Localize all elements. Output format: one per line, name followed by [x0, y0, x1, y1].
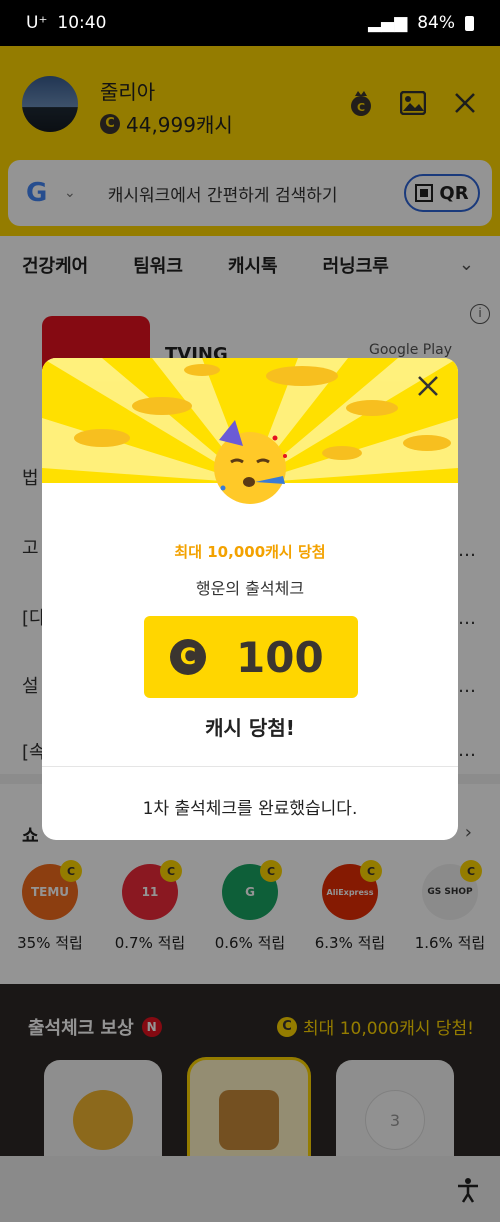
close-modal-button[interactable]: [410, 368, 446, 404]
divider: [42, 766, 458, 767]
battery-label: 84%: [417, 13, 455, 33]
win-text: 캐시 당첨!: [205, 716, 295, 740]
prize-amount: 100: [236, 632, 324, 682]
coin-icon: C: [170, 639, 206, 675]
completion-message: 1차 출석체크를 완료했습니다.: [142, 799, 358, 819]
battery-icon: [465, 15, 474, 31]
signal-icon: ▂▄▆: [367, 13, 408, 33]
promo-text: 최대 10,000캐시 당첨: [174, 543, 326, 561]
close-icon: [418, 376, 438, 396]
modal-subtitle: 행운의 출석체크: [195, 579, 305, 598]
clock: 10:40: [57, 13, 107, 33]
carrier-label: U⁺: [26, 13, 48, 33]
party-face-icon: [214, 420, 287, 504]
prize-box: C 100: [144, 616, 358, 698]
reward-modal: 최대 10,000캐시 당첨 행운의 출석체크 C 100 캐시 당첨! 1차 …: [42, 358, 458, 840]
status-bar: U⁺ 10:40 ▂▄▆ 84%: [0, 0, 500, 46]
